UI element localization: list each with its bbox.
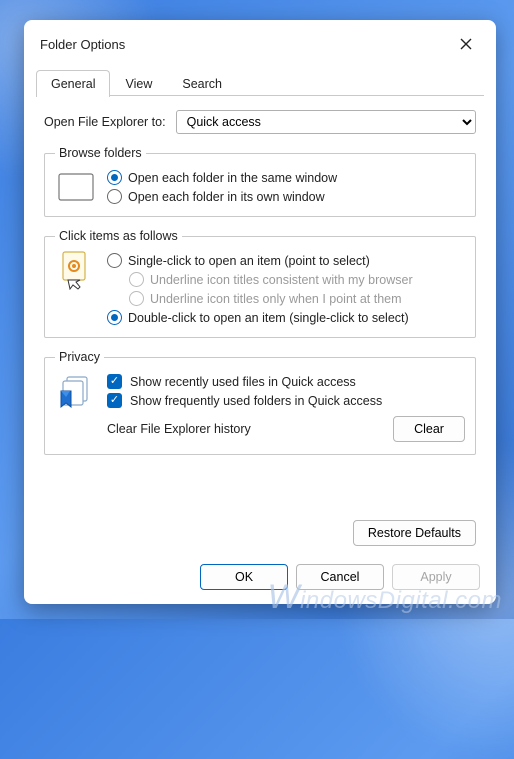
apply-button: Apply	[392, 564, 480, 590]
folder-options-dialog: Folder Options General View Search Open …	[24, 20, 496, 604]
radio-label: Open each folder in the same window	[128, 171, 337, 185]
radio-underline-point: Underline icon titles only when I point …	[107, 289, 465, 308]
radio-icon	[107, 253, 122, 268]
tab-view[interactable]: View	[110, 70, 167, 96]
tab-general[interactable]: General	[36, 70, 110, 97]
browse-folders-group: Browse folders Open each folder in the s…	[44, 146, 476, 217]
tab-bar: General View Search	[24, 64, 496, 96]
tab-content: Open File Explorer to: Quick access Brow…	[24, 96, 496, 520]
radio-icon	[107, 310, 122, 325]
radio-label: Underline icon titles only when I point …	[150, 292, 402, 306]
clear-history-row: Clear File Explorer history Clear	[107, 410, 465, 444]
checkbox-icon: ✓	[107, 393, 122, 408]
clear-history-label: Clear File Explorer history	[107, 422, 381, 436]
ok-button[interactable]: OK	[200, 564, 288, 590]
clear-button[interactable]: Clear	[393, 416, 465, 442]
cancel-button[interactable]: Cancel	[296, 564, 384, 590]
radio-underline-browser: Underline icon titles consistent with my…	[107, 270, 465, 289]
radio-label: Underline icon titles consistent with my…	[150, 273, 413, 287]
close-icon	[460, 38, 472, 50]
open-explorer-row: Open File Explorer to: Quick access	[44, 110, 476, 134]
dialog-footer: OK Cancel Apply	[24, 554, 496, 604]
close-button[interactable]	[450, 30, 482, 58]
radio-icon	[107, 170, 122, 185]
click-items-group: Click items as follows Single-click to o…	[44, 229, 476, 338]
privacy-legend: Privacy	[55, 350, 104, 364]
radio-icon	[129, 272, 144, 287]
radio-icon	[129, 291, 144, 306]
radio-label: Single-click to open an item (point to s…	[128, 254, 370, 268]
click-items-icon	[55, 253, 97, 287]
privacy-icon	[55, 374, 97, 414]
titlebar: Folder Options	[24, 20, 496, 64]
privacy-group: Privacy ✓ Show recently used files in Qu…	[44, 350, 476, 455]
open-explorer-label: Open File Explorer to:	[44, 115, 166, 129]
browse-folders-legend: Browse folders	[55, 146, 146, 160]
radio-label: Open each folder in its own window	[128, 190, 325, 204]
check-label: Show frequently used folders in Quick ac…	[130, 394, 382, 408]
radio-own-window[interactable]: Open each folder in its own window	[107, 187, 465, 206]
check-frequent-folders[interactable]: ✓ Show frequently used folders in Quick …	[107, 391, 465, 410]
click-items-legend: Click items as follows	[55, 229, 182, 243]
radio-label: Double-click to open an item (single-cli…	[128, 311, 409, 325]
browse-folders-icon	[55, 170, 97, 204]
tab-search[interactable]: Search	[167, 70, 237, 96]
restore-row: Restore Defaults	[24, 520, 496, 554]
open-explorer-select[interactable]: Quick access	[176, 110, 476, 134]
radio-double-click[interactable]: Double-click to open an item (single-cli…	[107, 308, 465, 327]
radio-icon	[107, 189, 122, 204]
window-title: Folder Options	[40, 37, 125, 52]
restore-defaults-button[interactable]: Restore Defaults	[353, 520, 476, 546]
radio-same-window[interactable]: Open each folder in the same window	[107, 168, 465, 187]
check-label: Show recently used files in Quick access	[130, 375, 356, 389]
checkbox-icon: ✓	[107, 374, 122, 389]
check-recent-files[interactable]: ✓ Show recently used files in Quick acce…	[107, 372, 465, 391]
radio-single-click[interactable]: Single-click to open an item (point to s…	[107, 251, 465, 270]
